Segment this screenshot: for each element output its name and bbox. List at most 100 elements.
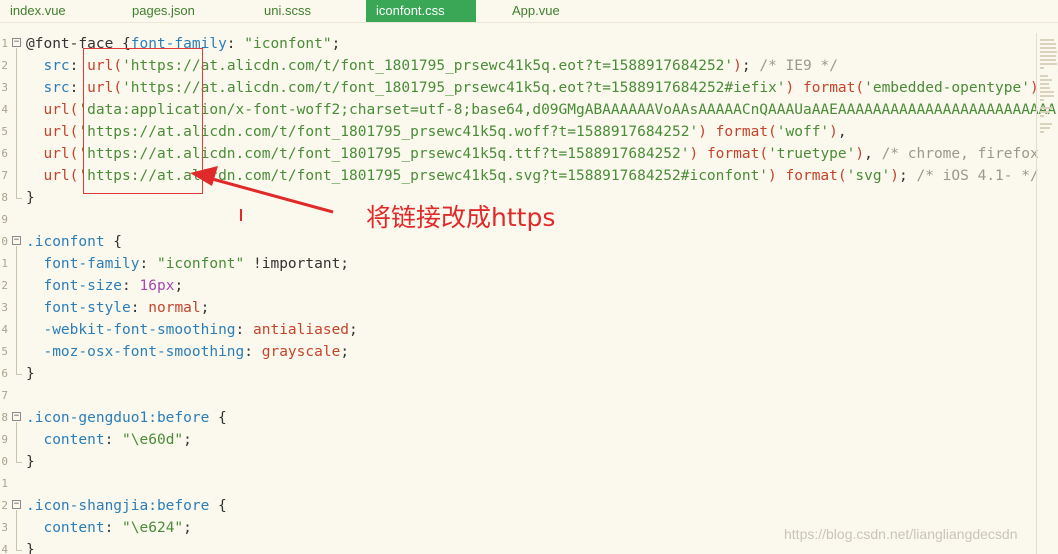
code-line[interactable]: 5 -moz-osx-font-smoothing: grayscale; <box>0 341 1058 363</box>
tab-index-vue[interactable]: index.vue <box>0 0 110 22</box>
code-text: -webkit-font-smoothing: antialiased; <box>26 319 358 341</box>
code-line[interactable]: 1 font-family: "iconfont" !important; <box>0 253 1058 275</box>
code-text: font-size: 16px; <box>26 275 183 297</box>
code-token: .icon-shangjia:before <box>26 498 210 514</box>
code-line[interactable]: 4 -webkit-font-smoothing: antialiased; <box>0 319 1058 341</box>
code-token: : <box>139 256 157 272</box>
minimap-line <box>1040 107 1052 109</box>
code-token: content <box>43 520 105 536</box>
code-token: 'embedded-opentype' <box>864 80 1030 96</box>
code-token: 'svg' <box>846 168 891 184</box>
minimap-line <box>1040 87 1050 89</box>
code-text: .icon-gengduo1:before { <box>26 407 227 429</box>
code-token: normal <box>148 300 201 316</box>
code-token: : <box>130 300 149 316</box>
code-line[interactable]: 1 <box>0 473 1058 495</box>
code-token: 'truetype' <box>768 146 856 162</box>
code-text: content: "\e624"; <box>26 517 191 539</box>
code-token: : <box>104 432 123 448</box>
code-text: } <box>26 187 35 209</box>
code-token: , <box>864 146 882 162</box>
minimap-line <box>1040 43 1056 45</box>
minimap-line <box>1040 55 1056 57</box>
code-token: : <box>235 322 253 338</box>
code-line[interactable]: 6} <box>0 363 1058 385</box>
minimap-line <box>1040 131 1044 133</box>
code-token: : <box>104 520 123 536</box>
minimap-line <box>1040 99 1044 101</box>
code-token: ; <box>899 168 917 184</box>
code-line[interactable]: 0} <box>0 451 1058 473</box>
fold-toggle-icon[interactable]: − <box>12 236 21 245</box>
fold-guide-end <box>16 462 22 463</box>
code-token: ; <box>349 322 358 338</box>
code-token: ; <box>331 36 341 52</box>
tab-App-vue[interactable]: App.vue <box>502 0 592 22</box>
minimap-line <box>1040 67 1044 69</box>
code-token: ) <box>855 146 865 162</box>
code-token: 'woff' <box>776 124 830 140</box>
code-token: antialiased <box>253 322 350 338</box>
code-token: format( <box>706 146 769 162</box>
fold-guide <box>16 48 17 198</box>
code-line[interactable]: 0− .iconfont { <box>0 231 1058 253</box>
code-token: ) <box>698 124 707 140</box>
minimap-line <box>1040 51 1057 53</box>
line-number: 3 <box>1 301 8 314</box>
annotation-text: 将链接改成https <box>366 203 556 232</box>
code-text: } <box>26 363 35 385</box>
code-text: font-family: "iconfont" !important; <box>26 253 349 275</box>
line-number: 2 <box>1 499 8 512</box>
code-line[interactable]: 7 <box>0 385 1058 407</box>
code-token: } <box>26 542 35 554</box>
line-number: 9 <box>1 213 8 226</box>
minimap-line <box>1040 59 1056 61</box>
tab-pages-json[interactable]: pages.json <box>122 0 232 22</box>
code-token: ; <box>183 432 192 448</box>
fold-toggle-icon[interactable]: − <box>12 500 21 509</box>
fold-toggle-icon[interactable]: − <box>12 412 21 421</box>
code-token: "iconfont" <box>244 36 332 52</box>
code-token: ; <box>741 58 760 74</box>
minimap-line <box>1040 83 1049 85</box>
code-line[interactable]: 3 font-style: normal; <box>0 297 1058 319</box>
code-token: ; <box>200 300 210 316</box>
line-number: 7 <box>1 389 8 402</box>
watermark: https://blog.csdn.net/liangliangdecsdn <box>784 526 1018 542</box>
fold-guide <box>16 246 17 374</box>
code-text: content: "\e60d"; <box>26 429 192 451</box>
tab-uni-scss[interactable]: uni.scss <box>254 0 354 22</box>
minimap-line <box>1040 95 1054 97</box>
code-line[interactable]: 2 font-size: 16px; <box>0 275 1058 297</box>
code-token: !important; <box>244 256 350 272</box>
code-token: "\e60d" <box>122 432 184 448</box>
code-token: 'https://at.alicdn.com/t/font_1801795_pr… <box>122 58 734 74</box>
code-text: .iconfont { <box>26 231 122 253</box>
code-token: font-family <box>43 256 140 272</box>
code-line[interactable]: 2− .icon-shangjia:before { <box>0 495 1058 517</box>
code-token: src <box>43 58 70 74</box>
code-token: url( <box>43 124 79 140</box>
line-number: 1 <box>1 477 8 490</box>
minimap-line <box>1040 111 1050 113</box>
fold-toggle-icon[interactable]: − <box>12 38 21 47</box>
minimap-line <box>1040 75 1048 77</box>
code-line[interactable]: 9 content: "\e60d"; <box>0 429 1058 451</box>
code-token: font-size <box>43 278 123 294</box>
code-token: { <box>104 234 123 250</box>
code-line[interactable]: 8− .icon-gengduo1:before { <box>0 407 1058 429</box>
minimap-line <box>1040 63 1057 65</box>
line-number: 6 <box>1 147 8 160</box>
code-token: : <box>226 36 245 52</box>
tab-iconfont-css[interactable]: iconfont.css <box>366 0 476 22</box>
minimap[interactable] <box>1036 33 1058 554</box>
code-token: 'data:application/x-font-woff2;charset=u… <box>78 102 1057 118</box>
